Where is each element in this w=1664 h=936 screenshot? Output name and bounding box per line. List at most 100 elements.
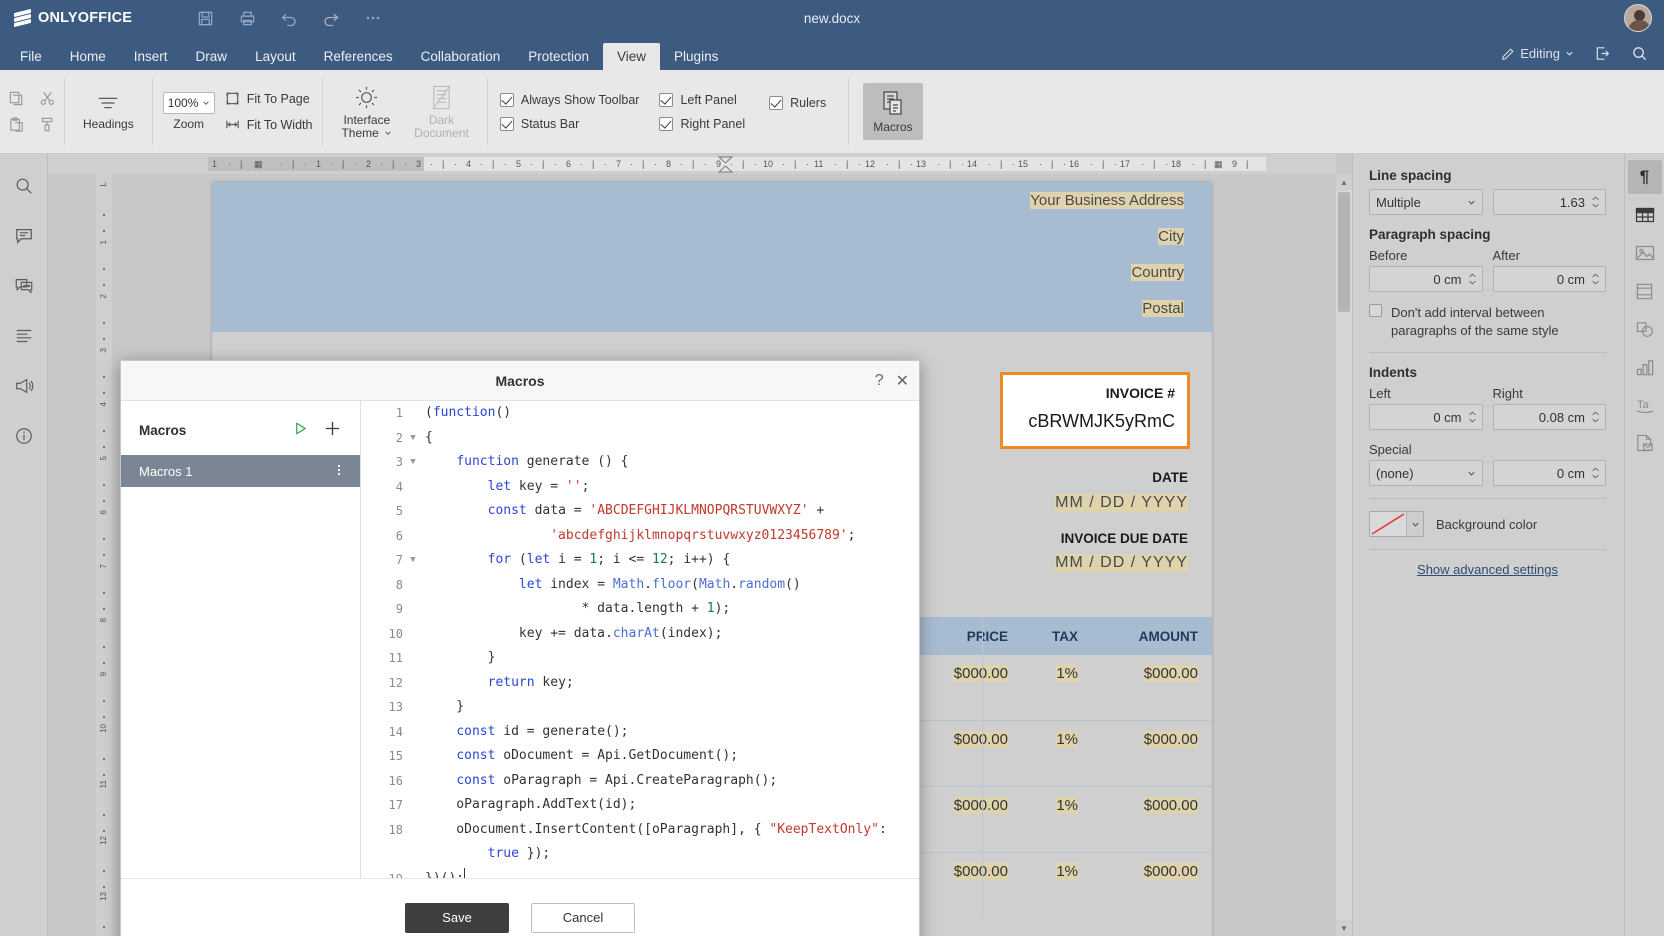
- more-icon[interactable]: [352, 3, 394, 33]
- ruler-band[interactable]: 1 · | ▦ · | · 1 · | · 2 · | · 3 · | · 4 · | · 5 · |…: [208, 157, 1266, 171]
- line-spacing-value-input[interactable]: 1.63: [1492, 189, 1606, 215]
- indent-marker[interactable]: [717, 156, 734, 173]
- checkbox-box[interactable]: [499, 116, 514, 131]
- special-indent-select[interactable]: (none): [1369, 460, 1483, 486]
- tab-protection[interactable]: Protection: [514, 43, 603, 70]
- paste-icon[interactable]: [8, 116, 25, 133]
- macros-dialog[interactable]: Macros ? ✕ Macros Macros 1 1 (function()…: [120, 360, 920, 936]
- code-line[interactable]: 1 (function(): [361, 401, 919, 426]
- spacing-before-input[interactable]: 0 cm: [1369, 266, 1483, 292]
- spacing-after-input[interactable]: 0 cm: [1492, 266, 1606, 292]
- background-color-swatch[interactable]: [1369, 511, 1424, 537]
- megaphone-icon[interactable]: [10, 372, 38, 400]
- horizontal-ruler[interactable]: 1 · | ▦ · | · 1 · | · 2 · | · 3 · | · 4 · | · 5 · |…: [48, 154, 1336, 174]
- save-icon[interactable]: [184, 3, 226, 33]
- tab-file[interactable]: File: [6, 43, 56, 70]
- indent-right-input[interactable]: 0.08 cm: [1492, 404, 1606, 430]
- line-spacing-mode-select[interactable]: Multiple: [1369, 189, 1483, 215]
- list-item[interactable]: Macros 1: [121, 455, 360, 487]
- fit-to-page-button[interactable]: Fit To Page: [225, 91, 313, 106]
- checkbox-status-bar[interactable]: Status Bar: [499, 116, 640, 131]
- stepper-arrows-icon[interactable]: [1468, 411, 1477, 423]
- zoom-select[interactable]: 100%: [162, 92, 215, 114]
- search-icon[interactable]: [1623, 42, 1656, 65]
- code-line[interactable]: 6 'abcdefghijklmnopqrstuvwxyz0123456789'…: [361, 524, 919, 549]
- stepper-arrows-icon[interactable]: [1591, 196, 1600, 208]
- special-amount-input[interactable]: 0 cm: [1492, 460, 1606, 486]
- code-line[interactable]: 15 const oDocument = Api.GetDocument();: [361, 744, 919, 769]
- play-icon[interactable]: [292, 420, 309, 440]
- navigation-icon[interactable]: [10, 322, 38, 350]
- checkbox-box[interactable]: [499, 92, 514, 107]
- cancel-button[interactable]: Cancel: [531, 902, 635, 933]
- code-line[interactable]: 5 const data = 'ABCDEFGHIJKLMNOPQRSTUVWX…: [361, 499, 919, 524]
- code-line[interactable]: 19})();: [361, 867, 919, 878]
- header-footer-icon[interactable]: [1628, 274, 1662, 308]
- interface-theme-button[interactable]: Interface Theme: [333, 80, 400, 144]
- editing-mode-button[interactable]: Editing: [1493, 43, 1582, 64]
- checkbox-box[interactable]: [769, 96, 784, 110]
- tab-insert[interactable]: Insert: [120, 43, 182, 70]
- image-icon[interactable]: [1628, 236, 1662, 270]
- paragraph-icon[interactable]: ¶: [1627, 160, 1662, 194]
- tab-references[interactable]: References: [310, 43, 407, 70]
- indent-left-input[interactable]: 0 cm: [1369, 404, 1483, 430]
- plus-icon[interactable]: [323, 419, 342, 441]
- code-line[interactable]: 16 const oParagraph = Api.CreateParagrap…: [361, 769, 919, 794]
- search-icon[interactable]: [10, 172, 38, 200]
- tab-view[interactable]: View: [603, 43, 661, 70]
- code-line[interactable]: 7 ▼ for (let i = 1; i <= 12; i++) {: [361, 548, 919, 573]
- redo-icon[interactable]: [310, 3, 352, 33]
- code-line[interactable]: 18 oDocument.InsertContent([oParagraph],…: [361, 818, 919, 843]
- help-icon[interactable]: ?: [875, 372, 884, 390]
- code-line[interactable]: 11 }: [361, 646, 919, 671]
- tab-collaboration[interactable]: Collaboration: [407, 43, 515, 70]
- code-line[interactable]: 10 key += data.charAt(index);: [361, 622, 919, 647]
- close-icon[interactable]: ✕: [896, 371, 909, 391]
- dark-document-button[interactable]: Dark Document: [406, 80, 477, 144]
- copy-icon[interactable]: [8, 90, 25, 107]
- code-line[interactable]: 14 const id = generate();: [361, 720, 919, 745]
- stepper-arrows-icon[interactable]: [1468, 273, 1477, 285]
- checkbox-rulers[interactable]: Rulers: [769, 96, 826, 110]
- stepper-arrows-icon[interactable]: [1591, 273, 1600, 285]
- share-icon[interactable]: [1586, 42, 1619, 65]
- checkbox-no-interval[interactable]: [1369, 304, 1382, 317]
- fold-toggle-icon[interactable]: ▼: [407, 426, 419, 451]
- copy-style-icon[interactable]: [39, 116, 56, 133]
- vertical-scrollbar[interactable]: ▲ ▼: [1336, 174, 1352, 936]
- code-line[interactable]: true });: [361, 842, 919, 867]
- scroll-up-arrow[interactable]: ▲: [1336, 174, 1352, 190]
- stepper-arrows-icon[interactable]: [1591, 467, 1600, 479]
- vertical-ruler[interactable]: L 1 2 3 4 5 6 7 8 9 10 11 12 13: [96, 174, 112, 936]
- mail-merge-icon[interactable]: [1628, 426, 1662, 460]
- code-line[interactable]: 3 ▼ function generate () {: [361, 450, 919, 475]
- macros-button[interactable]: Macros: [863, 83, 923, 140]
- scrollbar-thumb[interactable]: [1338, 192, 1350, 312]
- more-options-icon[interactable]: [332, 463, 346, 480]
- checkbox-right-panel[interactable]: Right Panel: [659, 116, 745, 131]
- checkbox-box[interactable]: [659, 116, 674, 131]
- code-line[interactable]: 8 let index = Math.floor(Math.random(): [361, 573, 919, 598]
- undo-icon[interactable]: [268, 3, 310, 33]
- save-button[interactable]: Save: [405, 902, 509, 933]
- code-line[interactable]: 13 }: [361, 695, 919, 720]
- code-line[interactable]: 9 * data.length + 1);: [361, 597, 919, 622]
- stepper-arrows-icon[interactable]: [1591, 411, 1600, 423]
- fold-toggle-icon[interactable]: ▼: [407, 450, 419, 475]
- shape-icon[interactable]: [1628, 312, 1662, 346]
- show-advanced-settings-link[interactable]: Show advanced settings: [1369, 562, 1606, 577]
- invoice-number-box[interactable]: INVOICE # cBRWMJK5yRmC: [1000, 372, 1190, 449]
- info-icon[interactable]: [10, 422, 38, 450]
- table-icon[interactable]: [1628, 198, 1662, 232]
- comment-icon[interactable]: [10, 222, 38, 250]
- fit-to-width-button[interactable]: Fit To Width: [225, 117, 312, 132]
- code-line[interactable]: 2 ▼ {: [361, 426, 919, 451]
- code-editor[interactable]: 1 (function() 2 ▼ {3 ▼ function generate () {…: [361, 401, 919, 878]
- cut-icon[interactable]: [39, 90, 56, 107]
- tab-draw[interactable]: Draw: [182, 43, 242, 70]
- checkbox-left-panel[interactable]: Left Panel: [659, 92, 745, 107]
- code-line[interactable]: 17 oParagraph.AddText(id);: [361, 793, 919, 818]
- tab-layout[interactable]: Layout: [241, 43, 310, 70]
- code-line[interactable]: 4 let key = '';: [361, 475, 919, 500]
